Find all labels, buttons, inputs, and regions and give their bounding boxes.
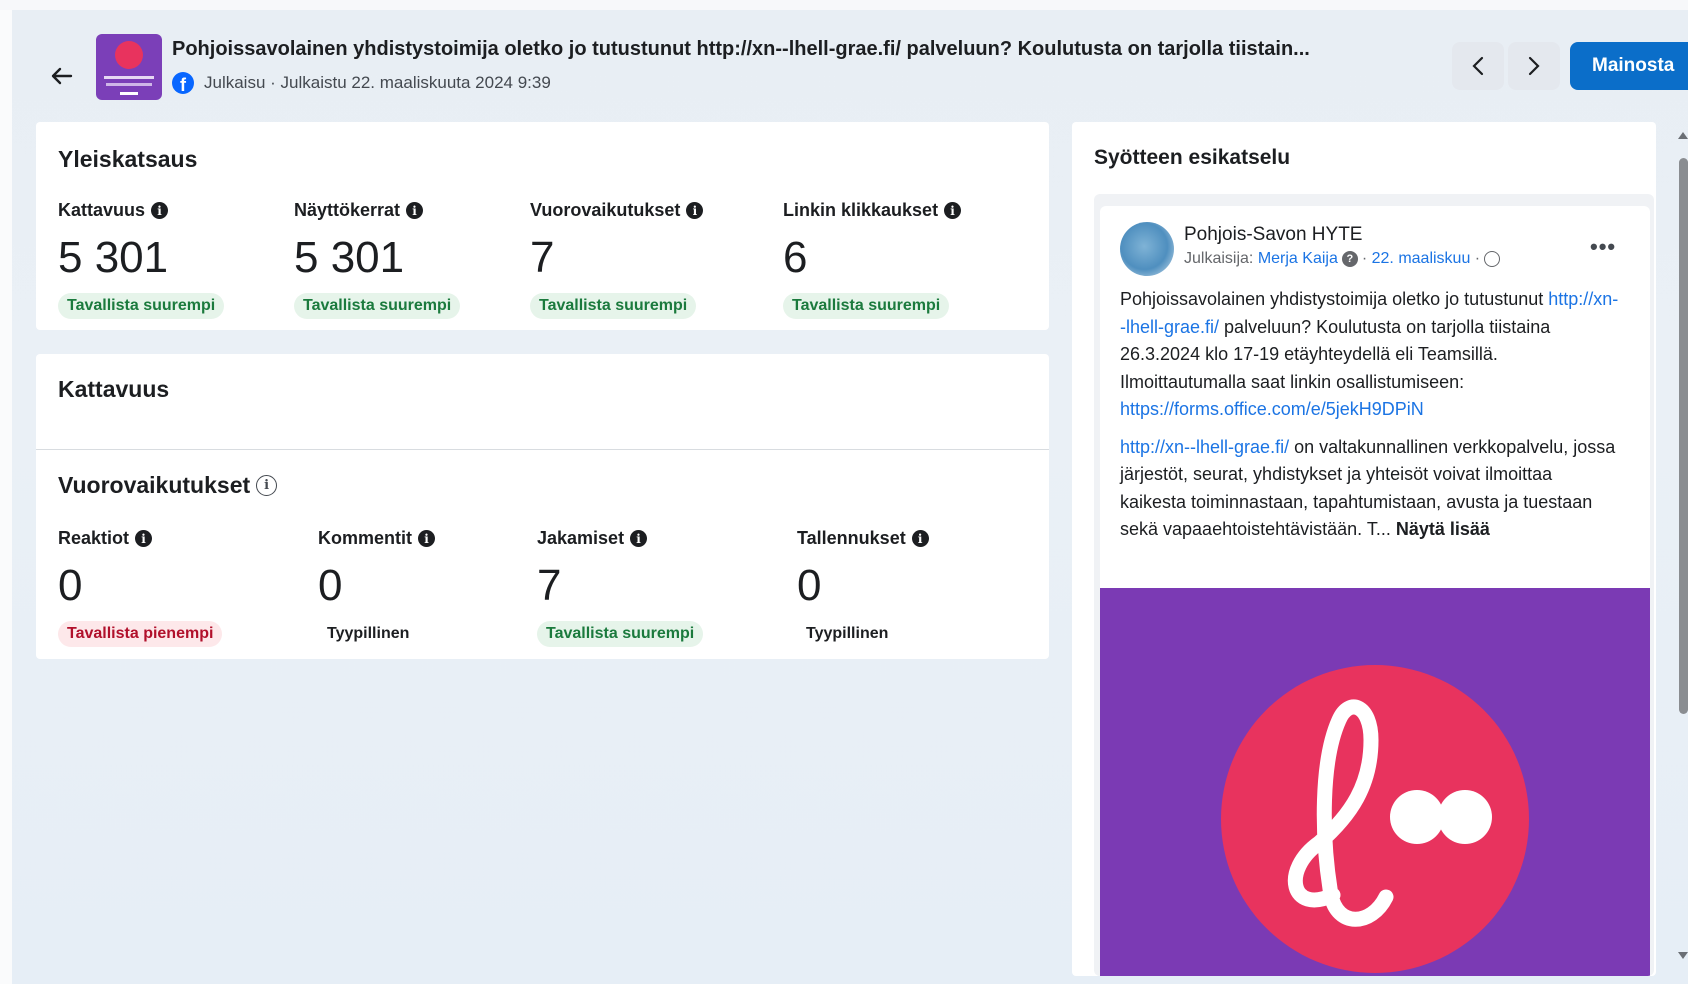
globe-icon <box>1484 251 1501 267</box>
publisher-prefix: Julkaisija: <box>1184 250 1254 267</box>
page-name[interactable]: Pohjois-Savon HYTE <box>1184 224 1362 246</box>
metric-value: 5 301 <box>294 233 405 282</box>
metric-value: 7 <box>530 233 555 282</box>
metric-value: 0 <box>797 561 822 610</box>
status-badge: Tyypillinen <box>327 625 410 642</box>
metric-value: 0 <box>58 561 83 610</box>
metric-impressions: Näyttökerrat i 5 301 Tavallista suurempi <box>294 200 461 319</box>
status-badge: Tavallista suurempi <box>537 621 704 647</box>
metric-label: Näyttökerrat <box>294 200 401 220</box>
info-icon[interactable]: i <box>406 202 424 219</box>
metric-label: Tallennukset <box>797 528 906 548</box>
metric-label: Reaktiot <box>58 528 130 548</box>
status-badge: Tavallista suurempi <box>294 293 461 319</box>
overview-card: Yleiskatsaus Kattavuus i 5 301 Tavallista… <box>36 122 1049 330</box>
metric-reach: Kattavuus i 5 301 Tavallista suurempi <box>58 200 225 319</box>
next-post-button[interactable] <box>1508 42 1560 90</box>
scroll-up-icon[interactable] <box>1678 132 1688 139</box>
metric-reactions: Reaktiot i 0 Tavallista pienempi <box>58 528 223 647</box>
metric-value: 7 <box>537 561 562 610</box>
info-icon[interactable]: i <box>418 530 435 547</box>
facebook-icon: f <box>172 72 194 94</box>
metric-value: 5 301 <box>58 233 169 282</box>
logo-glyph-icon <box>1287 699 1492 927</box>
info-icon[interactable]: i <box>630 530 648 547</box>
lahella-logo <box>1221 665 1529 973</box>
interactions-heading: Vuorovaikutukset i <box>58 472 278 499</box>
metric-interactions: Vuorovaikutukset i 7 Tavallista suurempi <box>530 200 704 319</box>
metric-label: Linkin klikkaukset <box>783 200 939 220</box>
metric-link-clicks: Linkin klikkaukset i 6 Tavallista suuremp… <box>783 200 962 319</box>
metric-value: 0 <box>318 561 343 610</box>
promote-button[interactable]: Mainosta <box>1570 42 1688 90</box>
info-outline-icon[interactable]: i <box>256 475 278 496</box>
post-title: Pohjoissavolainen yhdistystoimija oletko… <box>172 38 1310 60</box>
post-paragraph: Pohjoissavolainen yhdistystoimija oletko… <box>1120 289 1619 419</box>
status-badge: Tavallista suurempi <box>783 293 950 319</box>
info-icon[interactable]: i <box>151 202 169 219</box>
metric-label: Jakamiset <box>537 528 625 548</box>
page-left-edge <box>0 10 12 984</box>
metric-comments: Kommentit i 0 Tyypillinen <box>318 528 435 647</box>
status-badge: Tavallista suurempi <box>530 293 697 319</box>
metric-value: 6 <box>783 233 808 282</box>
status-badge: Tyypillinen <box>806 625 889 642</box>
reach-title: Kattavuus <box>58 376 170 402</box>
chevron-left-icon <box>1472 56 1484 76</box>
facebook-post: Pohjois-Savon HYTE Julkaisija: Merja Kai… <box>1100 206 1650 976</box>
see-more-link[interactable]: Näytä lisää <box>1396 519 1490 539</box>
previous-post-button[interactable] <box>1452 42 1504 90</box>
post-date[interactable]: 22. maaliskuu <box>1372 250 1471 268</box>
post-thumbnail <box>96 34 162 100</box>
publisher-name[interactable]: Merja Kaija <box>1258 250 1338 268</box>
metric-label: Vuorovaikutukset <box>530 200 681 220</box>
metric-label: Kommentit <box>318 528 412 548</box>
post-header: Pohjoissavolainen yhdistystoimija oletko… <box>12 10 1688 120</box>
back-button[interactable] <box>48 62 76 90</box>
status-badge: Tavallista pienempi <box>58 621 223 647</box>
preview-frame: Pohjois-Savon HYTE Julkaisija: Merja Kai… <box>1094 194 1654 976</box>
post-meta-text: Julkaisu · Julkaistu 22. maaliskuuta 202… <box>204 73 551 92</box>
interactions-title: Vuorovaikutukset <box>58 472 251 498</box>
info-icon[interactable]: i <box>135 530 153 547</box>
info-icon[interactable]: i <box>911 530 929 547</box>
metric-label: Kattavuus <box>58 200 146 220</box>
publish-meta: Julkaisija: Merja Kaija ? · 22. maaliskuu… <box>1184 250 1501 268</box>
feed-preview-panel: Syötteen esikatselu Pohjois-Savon HYTE J… <box>1072 122 1656 976</box>
reach-card: Kattavuus Vuorovaikutukset i Reaktiot i 0… <box>36 354 1049 659</box>
arrow-left-icon <box>51 67 73 85</box>
divider <box>36 449 1049 450</box>
info-icon[interactable]: i <box>944 202 962 219</box>
status-badge: Tavallista suurempi <box>58 293 225 319</box>
post-body: Pohjoissavolainen yhdistystoimija oletko… <box>1120 286 1620 554</box>
metric-saves: Tallennukset i 0 Tyypillinen <box>797 528 929 647</box>
question-icon[interactable]: ? <box>1341 251 1358 267</box>
overview-title: Yleiskatsaus <box>58 146 198 172</box>
browser-top-strip <box>0 0 1688 10</box>
scroll-down-icon[interactable] <box>1678 952 1688 959</box>
post-meta: f Julkaisu · Julkaistu 22. maaliskuuta 2… <box>172 72 551 94</box>
post-link[interactable]: http://xn--lhell-grae.fi/ <box>1120 437 1289 457</box>
info-icon[interactable]: i <box>686 202 704 219</box>
post-image[interactable] <box>1100 588 1650 976</box>
page-avatar[interactable] <box>1120 222 1174 276</box>
more-options-icon[interactable]: ••• <box>1590 234 1616 260</box>
preview-title: Syötteen esikatselu <box>1094 146 1291 169</box>
post-paragraph: http://xn--lhell-grae.fi/ on valtakunnal… <box>1120 436 1616 540</box>
metric-shares: Jakamiset i 7 Tavallista suurempi <box>537 528 704 647</box>
chevron-right-icon <box>1528 56 1540 76</box>
scrollbar-thumb[interactable] <box>1679 158 1688 714</box>
form-link[interactable]: https://forms.office.com/e/5jekH9DPiN <box>1120 399 1424 419</box>
